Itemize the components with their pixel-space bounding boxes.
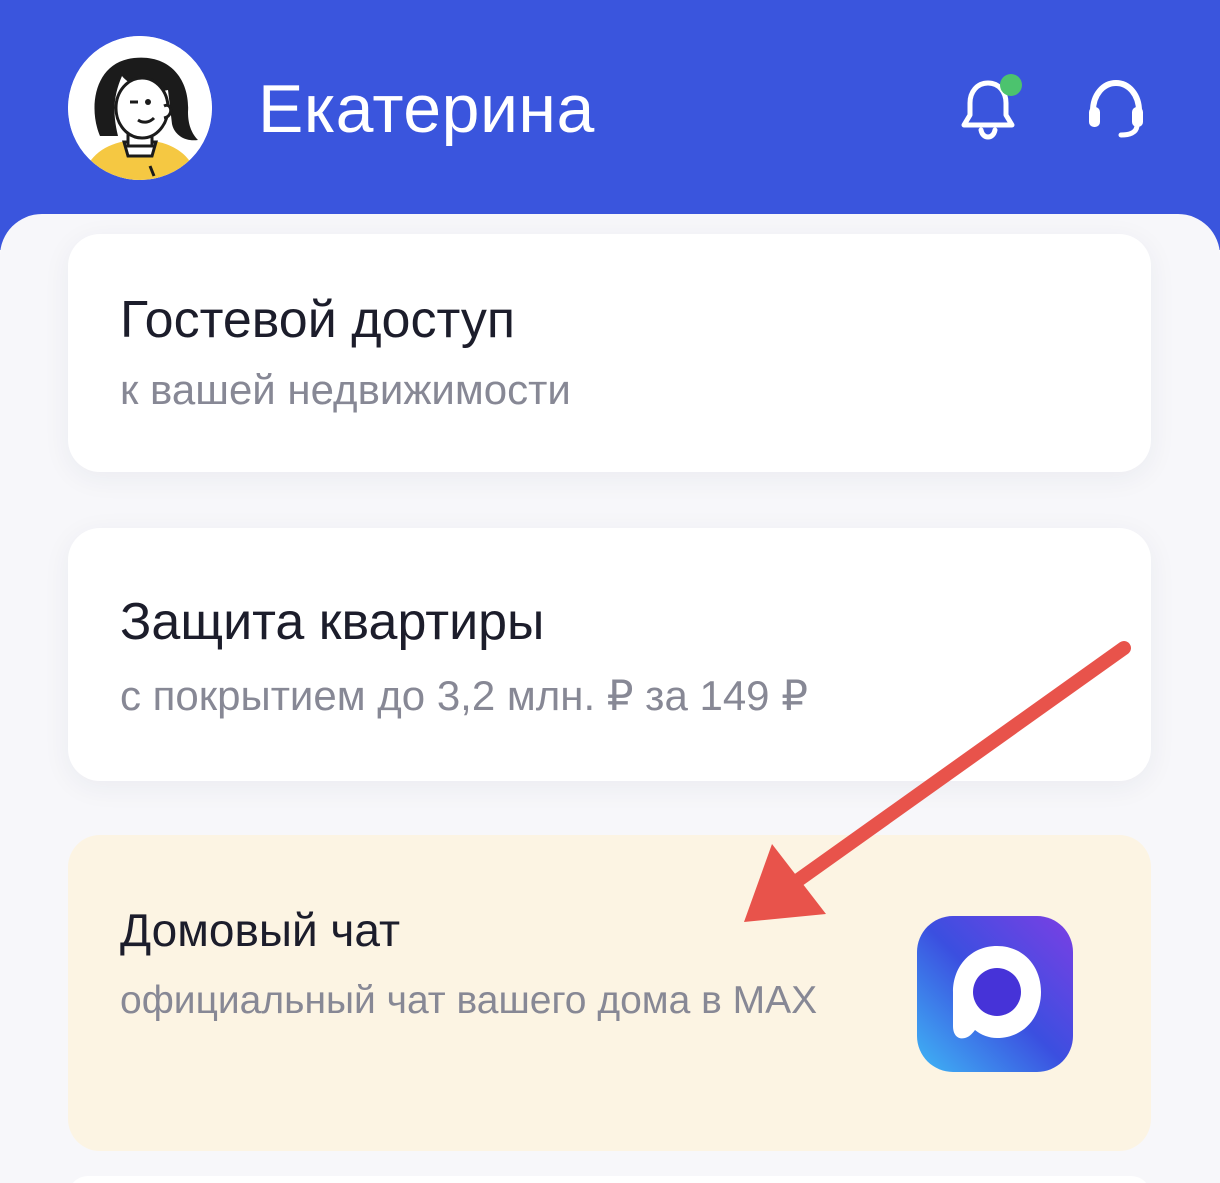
apartment-protection-title: Защита квартиры [120, 593, 545, 651]
user-avatar-illustration [68, 36, 212, 180]
guest-access-subtitle: к вашей недвижимости [120, 366, 571, 413]
user-name: Екатерина [258, 71, 595, 147]
support-button[interactable] [1080, 72, 1152, 144]
house-chat-card[interactable]: Домовый чат официальный чат вашего дома … [68, 835, 1151, 1151]
guest-access-title: Гостевой доступ [120, 291, 516, 349]
house-chat-title: Домовый чат [120, 904, 401, 956]
apartment-protection-card[interactable]: Защита квартиры с покрытием до 3,2 млн. … [68, 528, 1151, 781]
screen: Екатерина Гостевой доступ к вашей недвиж… [0, 0, 1220, 1183]
headset-icon [1089, 79, 1143, 138]
notification-dot [1000, 74, 1022, 96]
avatar[interactable] [68, 36, 212, 180]
apartment-protection-subtitle: с покрытием до 3,2 млн. ₽ за 149 ₽ [120, 672, 808, 719]
max-messenger-logo-icon [917, 916, 1073, 1072]
guest-access-card[interactable]: Гостевой доступ к вашей недвижимости [68, 234, 1151, 472]
house-chat-subtitle: официальный чат вашего дома в MAX [120, 979, 818, 1022]
profile-header: Екатерина [0, 0, 1220, 250]
next-card-edge [68, 1176, 1151, 1183]
